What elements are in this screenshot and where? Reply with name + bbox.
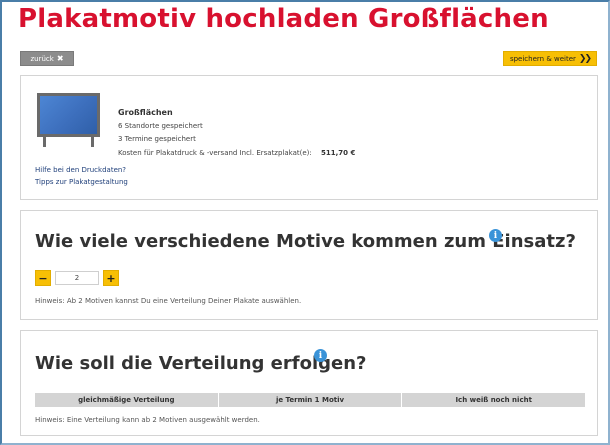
page-frame: Plakatmotiv hochladen Großflächen zurück… [0,0,610,445]
option-one-motif-per-date[interactable]: je Termin 1 Motiv [219,393,403,407]
motif-count-hint: Hinweis: Ab 2 Motiven kannst Du eine Ver… [35,297,302,305]
double-chevron-right-icon: ❯❯ [578,53,592,64]
option-not-sure[interactable]: Ich weiß noch nicht [402,393,585,407]
distribution-hint: Hinweis: Eine Verteilung kann ab 2 Motiv… [35,416,260,424]
locations-saved: 6 Standorte gespeichert [118,122,203,130]
back-button[interactable]: zurück ✖ [20,51,74,66]
decrement-button[interactable]: − [35,270,51,286]
save-and-continue-button[interactable]: speichern & weiter ❯❯ [503,51,597,66]
product-title: Großflächen [118,108,173,117]
motif-count-panel: Wie viele verschiedene Motive kommen zum… [20,210,598,320]
poster-design-tips-link[interactable]: Tipps zur Plakatgestaltung [35,178,128,186]
distribution-options: gleichmäßige Verteilung je Termin 1 Moti… [35,393,585,407]
motif-count-stepper: − 2 + [35,270,119,286]
summary-panel: Großflächen 6 Standorte gespeichert 3 Te… [20,75,598,200]
print-data-help-link[interactable]: Hilfe bei den Druckdaten? [35,166,126,174]
info-icon[interactable]: i [489,229,502,242]
increment-button[interactable]: + [103,270,119,286]
distribution-panel: Wie soll die Verteilung erfolgen? i glei… [20,330,598,436]
cost-value: 511,70 € [321,149,356,157]
motif-count-input[interactable]: 2 [55,271,99,285]
save-button-label: speichern & weiter [509,54,576,63]
billboard-icon [37,93,100,147]
page-title: Plakatmotiv hochladen Großflächen [18,4,549,34]
option-even-distribution[interactable]: gleichmäßige Verteilung [35,393,219,407]
dates-saved: 3 Termine gespeichert [118,135,196,143]
cost-label: Kosten für Plakatdruck & -versand Incl. … [118,149,312,157]
back-button-label: zurück [30,54,54,63]
info-icon[interactable]: i [314,349,327,362]
close-icon: ✖ [56,54,64,63]
